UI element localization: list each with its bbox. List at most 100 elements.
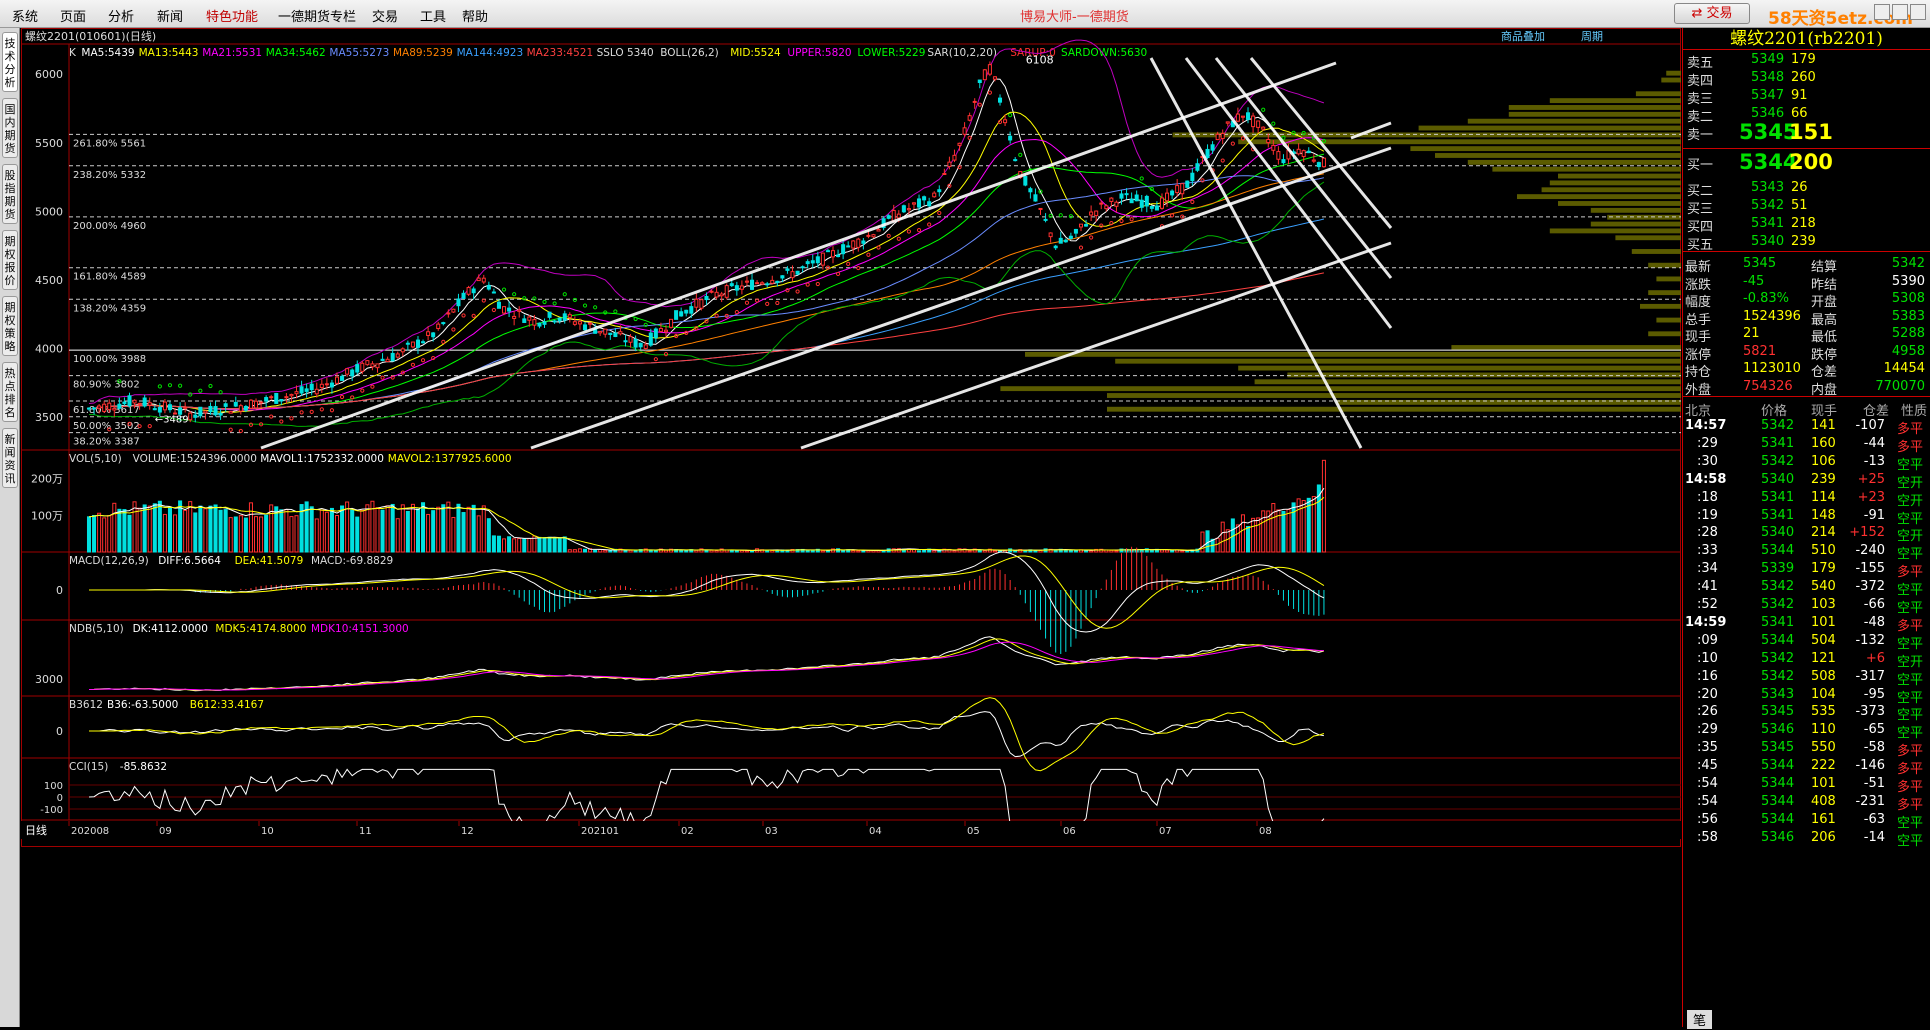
candle-body [992,76,997,80]
mavol2-line [88,496,1325,551]
menu-item-1[interactable]: 页面 [60,6,86,25]
candle-body [1159,197,1164,209]
candle-body [1271,144,1276,151]
tick-oi-change: -95 [1863,686,1885,702]
candle-body [395,353,400,358]
candle-body [679,311,684,317]
close-button[interactable] [1910,4,1926,20]
menu-item-6[interactable]: 交易 [372,6,398,25]
trade-button[interactable]: ⇄ 交易 [1674,3,1750,24]
menu-item-0[interactable]: 系统 [12,6,38,25]
separator [1683,251,1930,252]
sar-dot [309,409,314,414]
main-legend-8: MA233:4521 [527,47,594,59]
left-tab-2[interactable]: 股指期货 [2,164,18,224]
maximize-button[interactable] [1892,4,1908,20]
volume-bar [375,507,380,553]
tick-oi-change: -317 [1855,668,1885,684]
tick-oi-change: -14 [1863,829,1885,845]
candle-body [886,215,891,219]
minimize-button[interactable] [1874,4,1890,20]
volume-bar [117,508,122,553]
menu-item-7[interactable]: 工具 [420,6,446,25]
candle-body [284,396,289,399]
chart-canvas[interactable]: 螺纹2201(010601)(日线) 商品叠加 周期 K MA5:5439 MA13:54… [21,28,1681,1027]
candle-body [694,298,699,308]
ndb-legend-0: NDB(5,10) [69,623,124,635]
candle-body [410,341,415,348]
menu-item-3[interactable]: 新闻 [157,6,183,25]
candle-body [557,317,562,322]
tick-oi-change: -13 [1863,453,1885,469]
menu-item-8[interactable]: 帮助 [462,6,488,25]
bid-volume: 239 [1791,234,1816,249]
tick-volume: 114 [1811,489,1836,505]
left-tab-4[interactable]: 期权策略 [2,296,18,356]
candle-body [147,402,152,406]
ma-line-144 [88,218,1325,410]
tick-oi-change: -48 [1863,614,1885,630]
menu-item-5[interactable]: 一德期货专栏 [278,6,356,25]
volume-bar [547,536,552,553]
candle-body [198,406,203,417]
sar-dot [380,375,385,380]
tick-row: 14:59 5341 101 -48 多平 [1683,613,1930,634]
candle-body [856,238,861,248]
chart-area[interactable]: 螺纹2201(010601)(日线) 商品叠加 周期 K MA5:5439 MA13:54… [21,28,1681,1027]
candle-body [547,311,552,318]
sar-dot [501,287,507,292]
candle-body [218,413,223,416]
left-tab-3[interactable]: 期权报价 [2,230,18,290]
volume-bar [1180,550,1185,553]
volume-bar [1256,517,1261,553]
tick-row: :54 5344 101 -51 多平 [1683,774,1930,795]
candle-body [810,260,815,264]
price-tick-2: 5000 [35,205,63,218]
toolbar-link-period: 周期 [1581,30,1603,43]
candle-body [1175,185,1180,194]
sar-dot [471,313,476,318]
candle-body [572,321,577,325]
candle-body [162,401,167,411]
volume-profile-bar [1590,221,1681,227]
volume-bar [1013,550,1018,553]
low-marker: ←3489 [155,415,189,426]
volume-bar [329,507,334,553]
candle-body [471,288,476,294]
tick-time: :29 [1697,722,1718,738]
sar-dot [916,228,922,233]
candle-body [522,318,527,323]
quote-footer-tab[interactable]: 笔 [1687,1010,1713,1029]
volume-bar [1235,524,1240,553]
candle-body [1246,112,1251,120]
candle-body [724,285,729,298]
candle-body [167,404,172,411]
volume-bar [512,538,517,553]
left-tab-1[interactable]: 国内期货 [2,98,18,158]
tick-price: 5341 [1761,435,1795,451]
volume-bar [218,509,223,553]
left-tab-6[interactable]: 新闻资讯 [2,428,18,488]
main-legend-7: MA144:4923 [457,47,524,59]
volume-bar [86,516,92,553]
stat-value: 4958 [1891,343,1925,359]
menu-item-2[interactable]: 分析 [108,6,134,25]
period-label: 日线 [25,823,47,837]
candle-body [248,399,253,409]
tick-row: :10 5342 121 +6 空开 [1683,649,1930,670]
left-tab-5[interactable]: 热点排名 [2,362,18,422]
sar-dot [167,383,173,388]
tick-row: :35 5345 550 -58 多平 [1683,738,1930,759]
tick-price: 5341 [1761,489,1795,505]
sar-dot [846,261,851,266]
volume-bar [1220,521,1225,553]
candle-body [1225,121,1230,124]
candle-body [456,298,461,307]
volume-bar [380,509,385,553]
sar-dot [522,296,527,301]
left-tab-0[interactable]: 技术分析 [2,32,18,92]
menu-item-4[interactable]: 特色功能 [206,6,258,25]
volume-bar [851,549,856,553]
candle-body [709,290,714,293]
sar-dot [198,388,203,393]
